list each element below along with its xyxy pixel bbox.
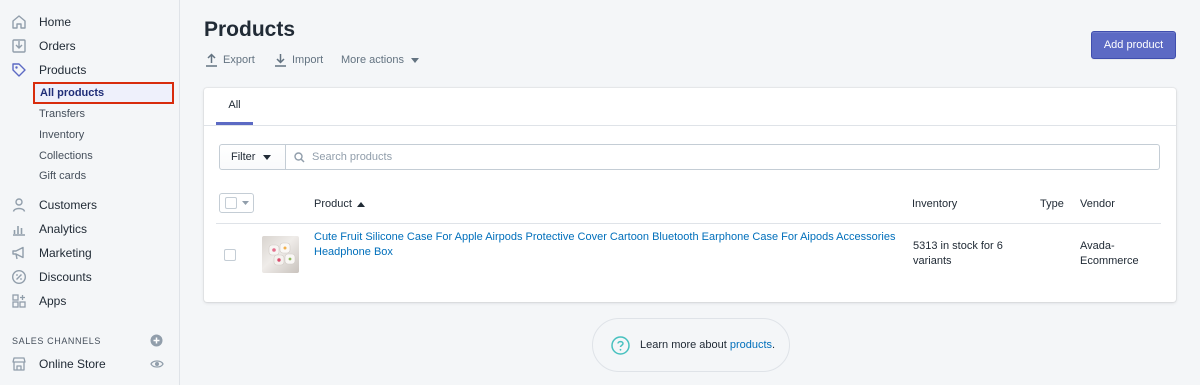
sidebar-item-label: Home (39, 15, 72, 29)
row-checkbox[interactable] (224, 249, 236, 261)
inventory-cell: 5313 in stock for 6 variants (913, 240, 1003, 267)
megaphone-icon (10, 244, 28, 262)
learn-more-suffix: . (772, 339, 776, 351)
vendor-cell: Avada-Ecommerce (1080, 240, 1139, 267)
tab-divider (204, 125, 1176, 126)
sidebar-item-orders[interactable]: Orders (0, 35, 179, 57)
sidebar-item-label: Orders (39, 39, 76, 53)
sidebar-item-products[interactable]: Products (0, 59, 179, 81)
orders-icon (10, 37, 28, 55)
sidebar-item-marketing[interactable]: Marketing (0, 242, 179, 264)
column-header-product[interactable]: Product (314, 198, 365, 210)
checkbox[interactable] (225, 197, 237, 209)
bar-chart-icon (10, 220, 28, 238)
import-button[interactable]: Import (274, 52, 323, 68)
sidebar-subitem-all-products[interactable]: All products (33, 82, 174, 104)
user-icon (10, 196, 28, 214)
learn-more-text: Learn more about (640, 339, 727, 351)
add-sales-channel-icon[interactable] (150, 334, 163, 347)
sidebar-subitem-gift-cards[interactable]: Gift cards (39, 167, 86, 185)
page-title: Products (204, 18, 296, 41)
products-card: All Filter Search products Product Inven… (204, 88, 1176, 302)
column-header-type: Type (1040, 198, 1064, 210)
column-header-vendor: Vendor (1080, 198, 1115, 210)
percent-icon (10, 268, 28, 286)
sidebar-item-discounts[interactable]: Discounts (0, 266, 179, 288)
caret-down-icon (410, 57, 419, 63)
filter-label: Filter (231, 151, 256, 163)
search-icon (294, 151, 305, 163)
sidebar-item-home[interactable]: Home (0, 11, 179, 33)
column-header-inventory: Inventory (912, 198, 958, 210)
sidebar-item-label: Apps (39, 294, 67, 308)
products-help-link[interactable]: products (730, 339, 772, 351)
tag-icon (10, 61, 28, 79)
caret-down-icon (263, 154, 272, 160)
apps-grid-icon (10, 292, 28, 310)
export-label: Export (223, 54, 255, 66)
sidebar-item-apps[interactable]: Apps (0, 290, 179, 312)
sidebar: Home Orders Products All products Transf… (0, 0, 180, 385)
sidebar-item-label: Products (39, 63, 87, 77)
table-divider (216, 223, 1161, 224)
export-icon (206, 53, 217, 67)
sort-ascending-icon (356, 201, 365, 207)
search-input[interactable]: Search products (285, 144, 1160, 170)
sidebar-subitem-inventory[interactable]: Inventory (39, 126, 84, 144)
add-product-button[interactable]: Add product (1091, 31, 1176, 59)
store-icon (10, 355, 28, 373)
sales-channels-heading: SALES CHANNELS (12, 336, 101, 346)
sidebar-item-label: Online Store (39, 357, 106, 371)
select-all-checkbox[interactable] (219, 193, 254, 213)
product-name-link[interactable]: Cute Fruit Silicone Case For Apple Airpo… (314, 230, 904, 260)
sidebar-item-analytics[interactable]: Analytics (0, 218, 179, 240)
sidebar-item-label: Marketing (39, 246, 92, 260)
filter-button[interactable]: Filter (219, 144, 286, 170)
sidebar-item-customers[interactable]: Customers (0, 194, 179, 216)
sidebar-subitem-collections[interactable]: Collections (39, 147, 93, 165)
eye-icon[interactable] (150, 358, 164, 370)
sidebar-item-label: Customers (39, 198, 98, 212)
import-label: Import (292, 54, 324, 66)
export-button[interactable]: Export (205, 52, 255, 68)
caret-down-icon (242, 201, 249, 205)
import-icon (275, 54, 286, 67)
sidebar-subitem-transfers[interactable]: Transfers (39, 105, 85, 123)
more-actions-label: More actions (341, 54, 404, 66)
more-actions-button[interactable]: More actions (341, 52, 419, 68)
tab-all[interactable]: All (216, 88, 253, 125)
help-icon (611, 335, 630, 355)
search-placeholder: Search products (312, 151, 393, 163)
home-icon (10, 13, 28, 31)
sidebar-item-label: Discounts (39, 270, 92, 284)
column-header-label: Product (314, 198, 352, 210)
sidebar-item-label: Analytics (39, 222, 88, 236)
product-thumbnail[interactable] (262, 236, 299, 273)
learn-more-callout: Learn more about products . (592, 318, 790, 372)
